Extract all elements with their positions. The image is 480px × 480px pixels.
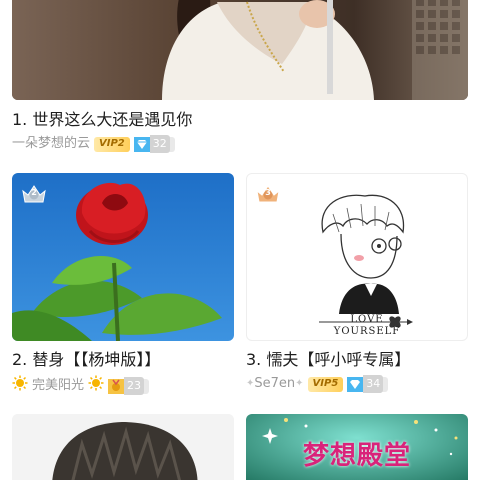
crown-number-3: 3 xyxy=(265,188,271,197)
cover-text-3: LOVE YOURSELF xyxy=(333,314,401,337)
sparkle-icon: ✦ xyxy=(246,378,255,389)
author-name-3[interactable]: Se7en xyxy=(254,375,295,393)
cover-photo-woman xyxy=(12,0,468,100)
crown-icon-rank-3: 3 xyxy=(255,183,281,205)
author-name-2[interactable]: 完美阳光 xyxy=(32,377,84,395)
sparkle-icon: ✦ xyxy=(295,378,304,389)
sun-icon xyxy=(12,375,28,397)
gold-medal-icon xyxy=(108,378,125,394)
item-title-1[interactable]: 1. 世界这么大还是遇见你 xyxy=(12,110,192,130)
gem-badge-2: 23 xyxy=(108,377,150,395)
gem-badge-1: 32 xyxy=(133,135,175,153)
crown-icon-rank-2: 2 xyxy=(21,183,47,205)
item-meta-3: ✦ Se7en ✦ VIP5 34 xyxy=(246,375,389,393)
cover-image-4[interactable] xyxy=(12,414,234,480)
sun-icon xyxy=(88,375,104,397)
vip-badge-3: VIP5 xyxy=(307,376,344,392)
crown-number-2: 2 xyxy=(31,188,37,197)
gem-badge-3: 34 xyxy=(347,375,389,393)
diamond-icon xyxy=(347,376,364,392)
cover-text-5: 梦想殿堂 xyxy=(302,441,411,471)
item-meta-1: 一朵梦想的云 VIP2 32 xyxy=(12,135,175,153)
cover-image-5[interactable]: 梦想殿堂 xyxy=(246,414,468,480)
cover-cartoon-hair xyxy=(12,414,234,480)
diamond-icon xyxy=(133,136,150,152)
item-meta-2: 完美阳光 23 xyxy=(12,375,150,397)
item-title-3[interactable]: 3. 懦夫【呼小呼专属】 xyxy=(246,350,410,370)
author-name-1[interactable]: 一朵梦想的云 xyxy=(12,135,90,153)
cover-image-1[interactable] xyxy=(12,0,468,100)
item-title-2[interactable]: 2. 替身【【杨坤版】】 xyxy=(12,350,160,370)
vip-badge-1: VIP2 xyxy=(94,136,130,152)
